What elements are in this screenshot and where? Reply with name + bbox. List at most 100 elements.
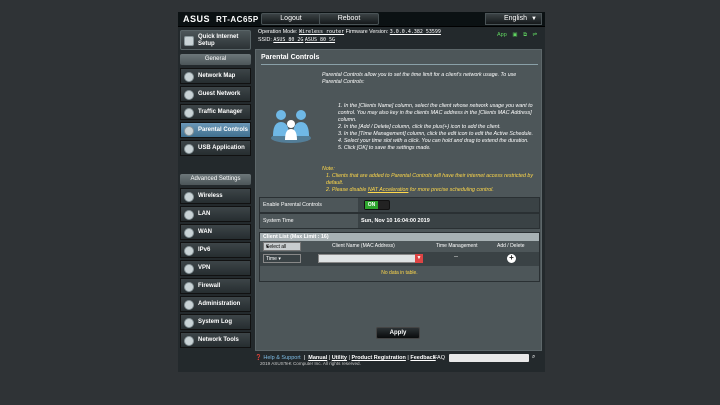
note2-prefix: 2. Please disable bbox=[326, 187, 368, 193]
chevron-down-icon: ▼ bbox=[531, 16, 537, 22]
col-time-management: Time Management bbox=[436, 243, 478, 249]
sidebar-item-label: Network Tools bbox=[198, 337, 239, 343]
faq-label: FAQ bbox=[434, 355, 446, 361]
router-admin-window: ASUS RT-AC65P Logout Reboot English ▼ Ope… bbox=[178, 12, 545, 372]
client-dropdown-arrow-icon[interactable]: ▼ bbox=[415, 254, 423, 263]
sidebar-item-guest-network[interactable]: Guest Network bbox=[180, 86, 251, 102]
copyright-text: 2019 ASUSTeK Computer Inc. All rights re… bbox=[260, 361, 361, 366]
description-text: Parental Controls allow you to set the t… bbox=[322, 72, 517, 85]
client-name-input[interactable] bbox=[318, 254, 421, 263]
sidebar-item-ipv6[interactable]: IPv6 bbox=[180, 242, 251, 258]
system-time-value: Sun, Nov 10 16:04:00 2019 bbox=[358, 214, 539, 228]
faq-search-input[interactable] bbox=[449, 354, 529, 362]
sidebar-item-label: Guest Network bbox=[198, 91, 241, 97]
language-value: English bbox=[504, 15, 527, 22]
sidebar-item-parental-controls[interactable]: Parental Controls bbox=[180, 122, 251, 138]
step-item: 5. Click [OK] to save the settings made. bbox=[338, 145, 431, 151]
select-all-dropdown[interactable]: Select all ▾ bbox=[263, 242, 301, 251]
sidebar-item-label: VPN bbox=[198, 265, 211, 271]
model-name: RT-AC65P bbox=[216, 15, 259, 24]
enable-label: Enable Parental Controls bbox=[260, 198, 358, 212]
logout-button[interactable]: Logout bbox=[261, 13, 321, 25]
general-header: General bbox=[180, 54, 251, 65]
sidebar-item-label: Administration bbox=[198, 301, 241, 307]
sidebar-item-network-map[interactable]: Network Map bbox=[180, 68, 251, 84]
top-bar: ASUS RT-AC65P Logout Reboot English ▼ bbox=[178, 12, 545, 27]
step-item: 3. In the [Time Management] column, clic… bbox=[338, 131, 533, 137]
brand-logo: ASUS RT-AC65P bbox=[183, 14, 259, 24]
firewall-icon bbox=[184, 282, 194, 292]
time-management-value: -- bbox=[454, 254, 458, 260]
enable-value-cell: ON bbox=[358, 198, 539, 212]
instruction-steps: 1. In the [Clients Name] column, select … bbox=[338, 103, 534, 152]
vpn-icon bbox=[184, 264, 194, 274]
op-mode-link[interactable]: Wireless router bbox=[299, 29, 344, 35]
notes-list: 1. Clients that are added to Parental Co… bbox=[326, 173, 536, 194]
lan-icon bbox=[184, 210, 194, 220]
step-item: 2. In the [Add / Delete] column, click t… bbox=[338, 124, 501, 130]
sidebar-item-label: USB Application bbox=[198, 145, 245, 151]
sidebar-item-wireless[interactable]: Wireless bbox=[180, 188, 251, 204]
add-client-button[interactable]: + bbox=[507, 254, 516, 263]
note2-suffix: for more precise scheduling control. bbox=[408, 187, 494, 193]
ssid-5g-link[interactable]: ASUS_80_5G bbox=[305, 37, 335, 43]
parental-controls-icon bbox=[184, 126, 194, 136]
status-icons: App ▣ ⧉ ⇌ bbox=[493, 32, 537, 39]
sidebar-item-administration[interactable]: Administration bbox=[180, 296, 251, 312]
step-item: 1. In the [Clients Name] column, select … bbox=[338, 103, 533, 123]
system-time-label: System Time bbox=[260, 214, 358, 228]
client-list-table: Client List (Max Limit : 16) Select all … bbox=[259, 232, 540, 282]
col-add-delete: Add / Delete bbox=[497, 243, 525, 249]
toggle-on-label: ON bbox=[365, 201, 378, 209]
system-log-icon bbox=[184, 318, 194, 328]
sidebar-item-label: Network Map bbox=[198, 73, 236, 79]
sidebar-item-vpn[interactable]: VPN bbox=[180, 260, 251, 276]
reboot-button[interactable]: Reboot bbox=[319, 13, 379, 25]
parental-controls-panel: Parental Controls Parental Controls allo… bbox=[255, 49, 542, 351]
sidebar: Quick Internet Setup General Network Map… bbox=[178, 28, 253, 352]
sidebar-item-label: Traffic Manager bbox=[198, 109, 243, 115]
sidebar-item-wan[interactable]: WAN bbox=[180, 224, 251, 240]
advanced-header: Advanced Settings bbox=[180, 174, 251, 185]
sidebar-item-firewall[interactable]: Firewall bbox=[180, 278, 251, 294]
sidebar-item-lan[interactable]: LAN bbox=[180, 206, 251, 222]
sidebar-item-system-log[interactable]: System Log bbox=[180, 314, 251, 330]
enable-toggle[interactable]: ON bbox=[364, 200, 390, 210]
note-item: 1. Clients that are added to Parental Co… bbox=[326, 173, 533, 186]
sidebar-item-label: Firewall bbox=[198, 283, 221, 289]
apply-button[interactable]: Apply bbox=[376, 327, 420, 339]
sidebar-item-label: Parental Controls bbox=[198, 127, 249, 133]
network-status-icon[interactable]: ⧉ bbox=[523, 32, 527, 38]
system-time-row: System Time Sun, Nov 10 16:04:00 2019 bbox=[259, 213, 540, 229]
sidebar-item-traffic-manager[interactable]: Traffic Manager bbox=[180, 104, 251, 120]
router-status-icon[interactable]: ▣ bbox=[512, 32, 517, 38]
guest-network-icon bbox=[184, 90, 194, 100]
firmware-link[interactable]: 3.0.0.4.382_53599 bbox=[390, 29, 441, 35]
network-map-icon bbox=[184, 72, 194, 82]
sidebar-item-usb-application[interactable]: USB Application bbox=[180, 140, 251, 156]
sidebar-item-label: WAN bbox=[198, 229, 212, 235]
status-info: Operation Mode: Wireless router Firmware… bbox=[258, 28, 441, 44]
client-input-row: Time ▾ ▼ -- + bbox=[260, 252, 539, 266]
note-item: 2. Please disable NAT Acceleration for m… bbox=[326, 187, 536, 194]
enable-parental-controls-row: Enable Parental Controls ON bbox=[259, 197, 540, 213]
page-title: Parental Controls bbox=[261, 54, 320, 61]
col-client-name: Client Name (MAC Address) bbox=[332, 243, 395, 249]
app-label[interactable]: App bbox=[497, 32, 507, 38]
language-select[interactable]: English ▼ bbox=[485, 13, 542, 25]
sidebar-item-network-tools[interactable]: Network Tools bbox=[180, 332, 251, 348]
select-all-label: Select all bbox=[266, 244, 287, 250]
no-data-message: No data in table. bbox=[381, 270, 418, 276]
table-header-row: Select all ▾ Client Name (MAC Address) T… bbox=[260, 241, 539, 252]
time-select[interactable]: Time ▾ bbox=[263, 254, 301, 263]
ipv6-icon bbox=[184, 246, 194, 256]
ssid-24g-link[interactable]: ASUS_80_2G bbox=[273, 37, 303, 43]
quick-setup-icon bbox=[184, 36, 194, 46]
nat-acceleration-link[interactable]: NAT Acceleration bbox=[368, 187, 409, 193]
feedback-link[interactable]: Feedback bbox=[410, 355, 435, 361]
search-icon[interactable]: ⌕ bbox=[532, 354, 540, 362]
quick-setup-label: Quick Internet Setup bbox=[198, 34, 239, 47]
quick-internet-setup-button[interactable]: Quick Internet Setup bbox=[180, 30, 251, 50]
step-item: 4. Select your time slot with a click. Y… bbox=[338, 138, 529, 144]
usb-status-icon[interactable]: ⇌ bbox=[533, 32, 538, 38]
